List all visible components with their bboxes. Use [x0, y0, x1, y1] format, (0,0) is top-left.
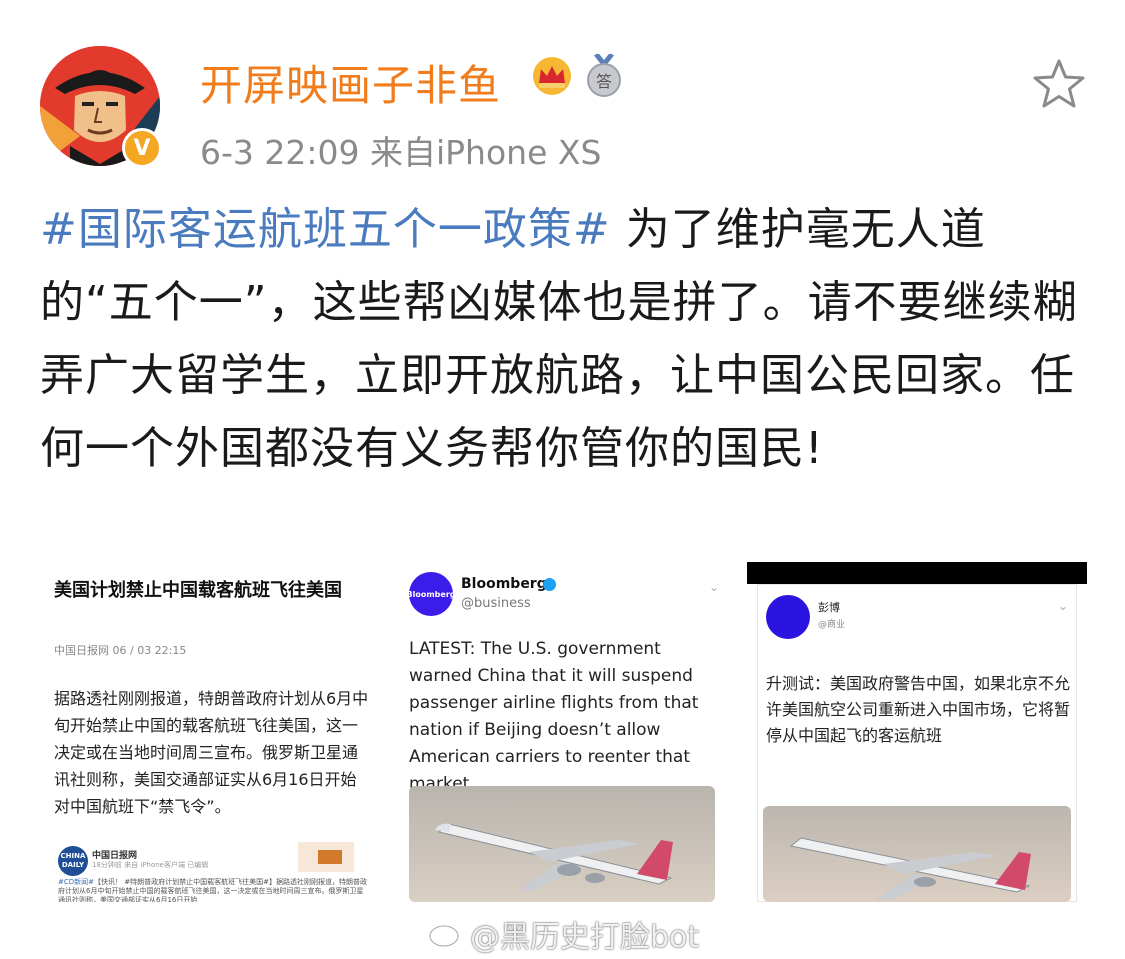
verified-check-icon: [543, 578, 556, 591]
tweet-handle: @business: [461, 596, 531, 611]
news-meta: 中国日报网 06 / 03 22:15: [54, 644, 187, 657]
star-icon[interactable]: [1032, 58, 1086, 110]
image-panel-news[interactable]: 美国计划禁止中国载客航班飞往美国 中国日报网 06 / 03 22:15 据路透…: [40, 562, 380, 902]
post-text: #国际客运航班五个一政策# 为了维护毫无人道的“五个一”，这些帮凶媒体也是拼了。…: [40, 193, 1090, 485]
weibo-logo-icon: [428, 920, 466, 948]
card-name: 彭博: [818, 601, 840, 614]
china-daily-logo: CHINA DAILY: [58, 846, 88, 876]
chevron-down-icon: ⌄: [709, 580, 720, 594]
tweet-header: Bloomberg Bloomberg @business ⌄: [407, 572, 725, 632]
medal-icon: 答: [584, 52, 624, 98]
svg-text:答: 答: [596, 72, 612, 91]
redaction-bar: [747, 562, 1087, 584]
tweet-name: Bloomberg: [461, 576, 547, 592]
news-title: 美国计划禁止中国载客航班飞往美国: [54, 580, 342, 601]
hashtag-link[interactable]: #国际客运航班五个一政策#: [40, 204, 611, 255]
thumbnail-icon: [298, 842, 354, 872]
embedded-text: #CD新闻#【快讯！ #特朗普政府计划禁止中国载客航班飞往美国#】据路透社刚刚报…: [58, 878, 367, 902]
post-meta: 6-3 22:09 来自iPhone XS: [200, 133, 602, 172]
bloomberg-avatar: [766, 595, 810, 639]
username[interactable]: 开屏映画子非鱼: [200, 52, 501, 113]
tweet-text: LATEST: The U.S. government warned China…: [409, 639, 699, 794]
card-text: 升测试：美国政府警告中国，如果北京不允许美国航空公司重新进入中国市场，它将暂停从…: [766, 674, 1071, 745]
embedded-weibo: CHINA DAILY 中国日报网 18分钟前 来自 iPhone客户端 已编辑…: [54, 840, 374, 902]
watermark: @黑历史打脸bot: [470, 920, 700, 955]
crown-icon: [533, 57, 571, 95]
verified-badge-icon: V: [122, 128, 162, 168]
news-body: 据路透社刚刚报道，特朗普政府计划从6月中旬开始禁止中国的载客航班飞往美国，这一决…: [54, 689, 369, 816]
card-sub: @商业: [818, 620, 846, 630]
image-panel-translation[interactable]: 彭博 @商业 ⌄ 升测试：美国政府警告中国，如果北京不允许美国航空公司重新进入中…: [747, 562, 1087, 902]
embedded-sub: 18分钟前 来自 iPhone客户端 已编辑: [92, 861, 209, 869]
airplane-photo: [409, 786, 715, 902]
bloomberg-logo: Bloomberg: [407, 572, 456, 616]
chevron-down-icon: ⌄: [1058, 599, 1069, 613]
airplane-photo: [763, 806, 1071, 902]
image-panel-bloomberg[interactable]: Bloomberg Bloomberg @business ⌄ LATEST: …: [395, 562, 735, 902]
